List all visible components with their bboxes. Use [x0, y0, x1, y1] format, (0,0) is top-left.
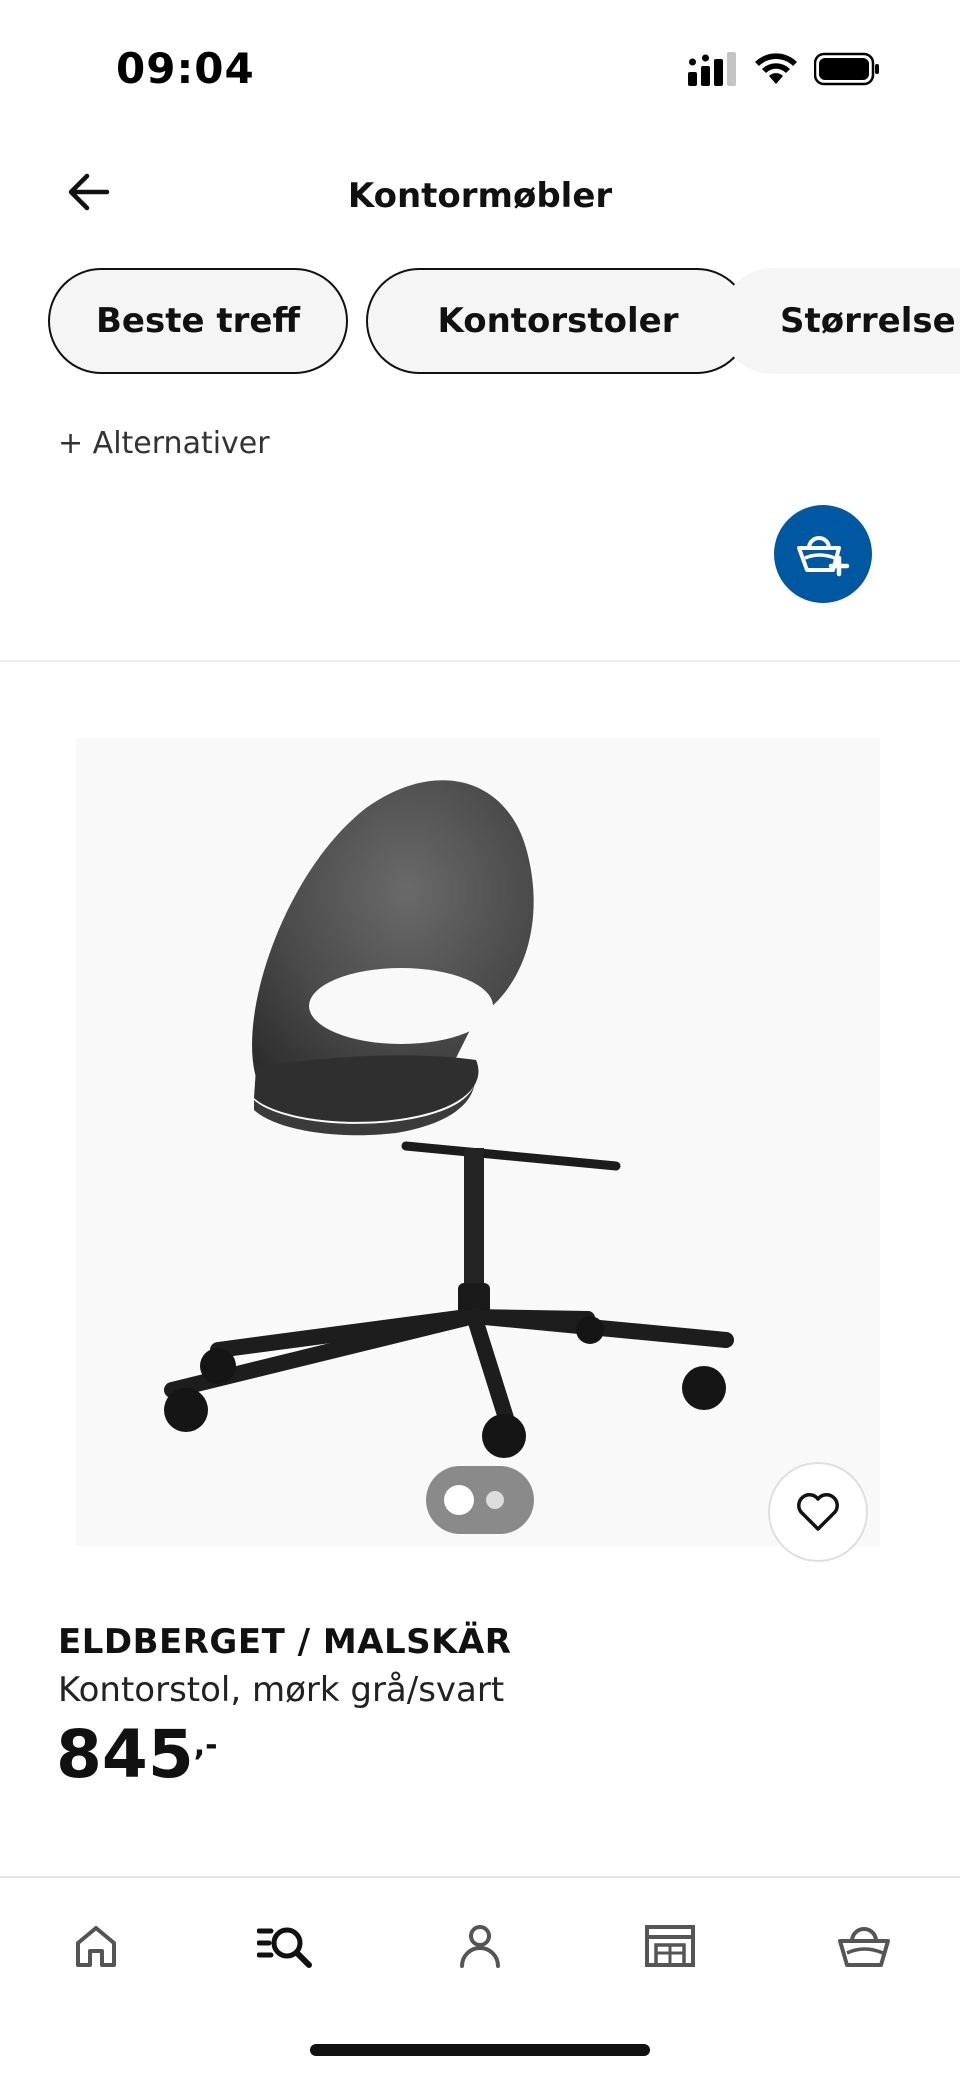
bottom-nav [0, 1880, 960, 2000]
status-bar: 09:04 [0, 0, 960, 140]
view-in-room-toggle[interactable] [426, 1466, 534, 1534]
filter-chips: Beste treff Kontorstoler Størrelse [48, 268, 960, 378]
chip-size[interactable]: Størrelse [720, 268, 960, 374]
nav-home[interactable] [56, 1906, 136, 1986]
basket-icon [838, 1927, 890, 1967]
signal-icon [688, 52, 736, 86]
battery-icon [814, 52, 879, 86]
chip-sort-best-match[interactable]: Beste treff [48, 268, 348, 374]
nav-basket[interactable] [824, 1906, 904, 1986]
toggle-dot-active [444, 1485, 474, 1515]
price-suffix: ,- [193, 1728, 218, 1763]
page-title: Kontormøbler [347, 176, 613, 216]
add-to-basket-button[interactable] [774, 505, 872, 603]
store-icon [645, 1925, 695, 1967]
header: Kontormøbler [0, 150, 960, 250]
chip-office-chairs[interactable]: Kontorstoler [366, 268, 750, 374]
heart-icon [797, 1493, 839, 1531]
product-name[interactable]: ELDBERGET / MALSKÄR [58, 1622, 512, 1662]
section-divider [0, 660, 960, 662]
favorite-button[interactable] [768, 1462, 868, 1562]
product-description: Kontorstol, mørk grå/svart [58, 1670, 505, 1710]
profile-icon [460, 1925, 500, 1968]
alternatives-link[interactable]: + Alternativer [58, 426, 270, 461]
search-list-icon [257, 1927, 312, 1968]
nav-store[interactable] [630, 1906, 710, 1986]
product-price: 845 ,- [56, 1722, 218, 1788]
office-chair-image [164, 780, 734, 1458]
toggle-dot-inactive [486, 1491, 504, 1509]
status-time: 09:04 [116, 44, 255, 93]
home-indicator[interactable] [310, 2044, 650, 2056]
price-amount: 845 [56, 1716, 194, 1793]
bottom-nav-divider [0, 1876, 960, 1878]
nav-profile[interactable] [440, 1906, 520, 1986]
add-to-basket-icon [797, 536, 850, 577]
product-image[interactable] [76, 738, 880, 1546]
wifi-icon [755, 53, 797, 84]
home-icon [76, 1926, 116, 1967]
status-icons [688, 52, 880, 86]
nav-search[interactable] [246, 1906, 326, 1986]
